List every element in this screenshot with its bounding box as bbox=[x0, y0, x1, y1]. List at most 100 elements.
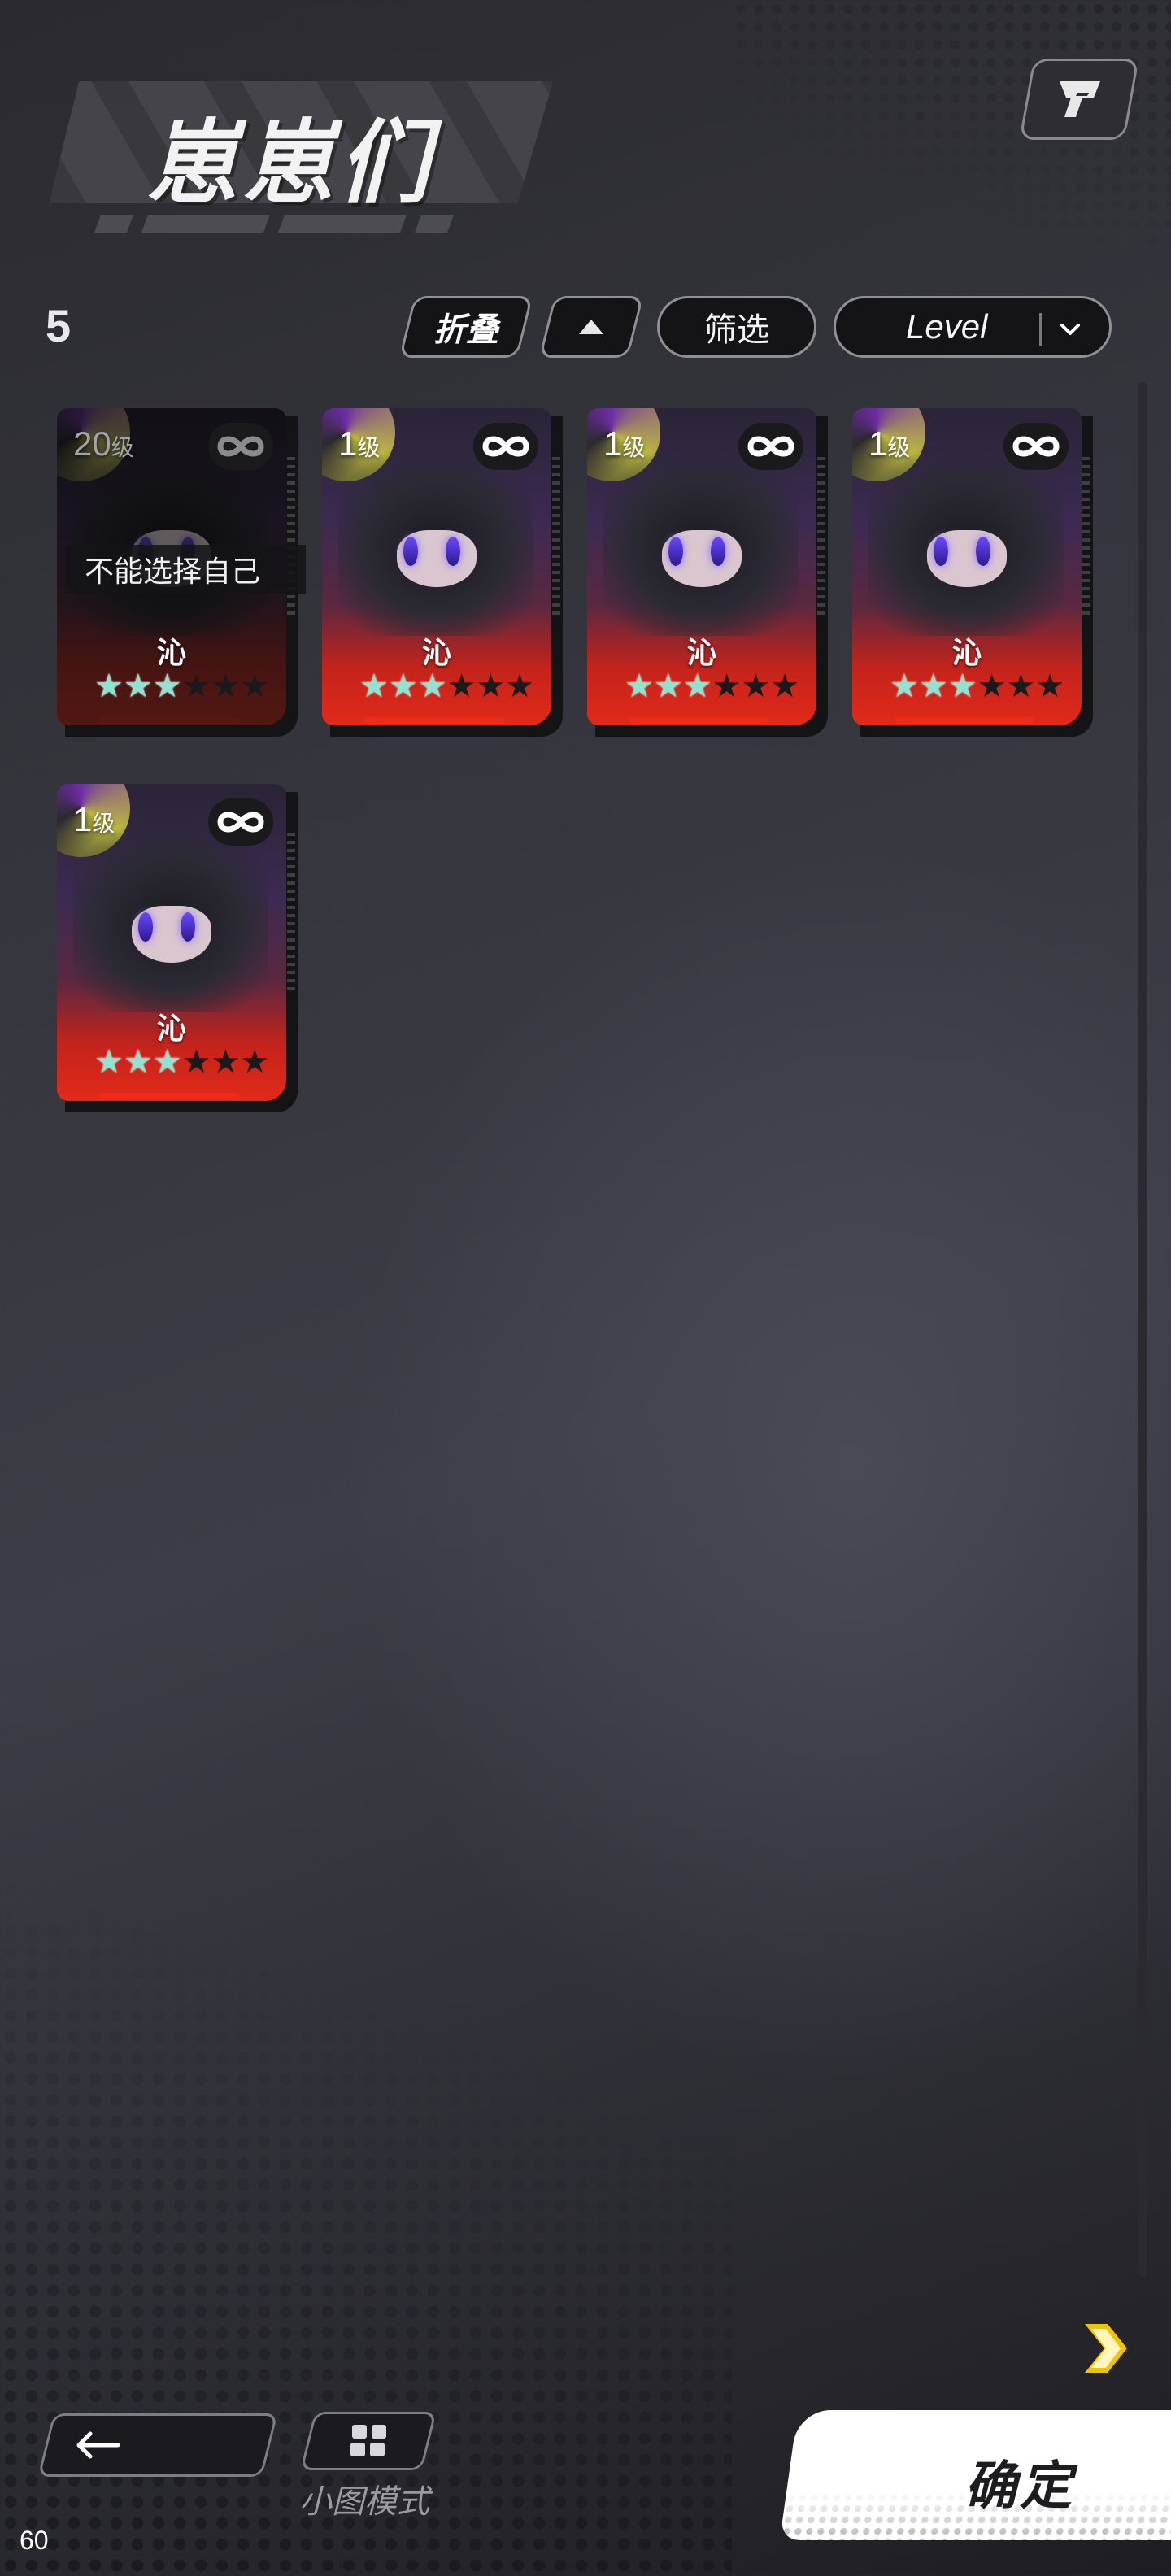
infinity-icon bbox=[738, 423, 803, 470]
page-title: 崽崽们 bbox=[146, 111, 434, 216]
character-card[interactable]: 1级沁 ★ ★ ★ ★ ★ ★ bbox=[587, 408, 828, 737]
sort-value: Level bbox=[906, 307, 988, 346]
star-icon: ★ bbox=[388, 668, 418, 704]
portrait-eye bbox=[668, 537, 683, 566]
star-icon: ★ bbox=[1006, 668, 1036, 704]
card-name: 沁 bbox=[951, 636, 982, 669]
fold-label: 折叠 bbox=[433, 312, 498, 348]
star-icon: ★ bbox=[505, 668, 535, 704]
star-icon: ★ bbox=[918, 668, 948, 704]
card-level-unit: 级 bbox=[111, 435, 134, 460]
portrait-eye bbox=[138, 912, 153, 942]
page-title-banner: 崽崽们 bbox=[49, 73, 561, 252]
portrait-eye bbox=[181, 912, 195, 942]
arrow-left-icon bbox=[76, 2431, 120, 2459]
card-level-number: 1 bbox=[338, 424, 358, 463]
infinity-icon bbox=[208, 423, 273, 470]
triangle-up-icon bbox=[579, 320, 603, 334]
filter-label: 筛选 bbox=[704, 312, 769, 348]
confirm-label: 确定 bbox=[964, 2456, 1075, 2515]
star-icon: ★ bbox=[625, 668, 654, 704]
card-bottom-bar bbox=[99, 717, 239, 724]
card-name: 沁 bbox=[421, 636, 451, 669]
card-bottom-bar bbox=[629, 717, 769, 724]
star-icon: ★ bbox=[211, 668, 241, 704]
fold-button[interactable]: 折叠 bbox=[398, 296, 533, 358]
card-level-number: 1 bbox=[73, 800, 93, 838]
character-card[interactable]: 1级沁 ★ ★ ★ ★ ★ ★ bbox=[322, 408, 563, 737]
card-level-unit: 级 bbox=[887, 435, 911, 460]
star-icon: ★ bbox=[152, 668, 182, 704]
portrait-eye bbox=[934, 537, 948, 566]
star-icon: ★ bbox=[211, 1044, 241, 1080]
portrait-eye bbox=[446, 537, 460, 566]
star-icon: ★ bbox=[181, 668, 211, 704]
portrait-eye bbox=[711, 537, 725, 566]
grid-icon bbox=[350, 2425, 386, 2456]
card-side-code bbox=[287, 457, 295, 620]
card-level-number: 20 bbox=[73, 424, 111, 463]
card-level: 1级 bbox=[338, 424, 380, 463]
card-name: 沁 bbox=[686, 636, 716, 669]
star-icon: ★ bbox=[682, 668, 712, 704]
cannot-select-self-note: 不能选择自己 bbox=[65, 545, 306, 594]
star-icon: ★ bbox=[977, 668, 1007, 704]
portrait-eye bbox=[976, 537, 990, 566]
star-icon: ★ bbox=[181, 1044, 211, 1080]
card-level: 20级 bbox=[73, 424, 134, 463]
small-mode-label: 小图模式 bbox=[299, 2484, 429, 2520]
card-name: 沁 bbox=[156, 1012, 186, 1045]
card-stars: ★ ★ ★ ★ ★ ★ bbox=[890, 670, 1064, 703]
card-level-unit: 级 bbox=[622, 435, 646, 460]
infinity-icon bbox=[473, 423, 538, 470]
star-icon: ★ bbox=[741, 668, 771, 704]
star-icon: ★ bbox=[1035, 668, 1065, 704]
star-icon: ★ bbox=[890, 668, 919, 704]
scrollbar[interactable] bbox=[1138, 382, 1147, 2277]
infinity-icon bbox=[1003, 423, 1069, 470]
portrait-hood bbox=[73, 441, 268, 636]
star-icon: ★ bbox=[446, 668, 477, 704]
character-card[interactable]: 1级沁 ★ ★ ★ ★ ★ ★ bbox=[57, 784, 298, 1112]
star-icon: ★ bbox=[359, 668, 389, 704]
star-icon: ★ bbox=[240, 1044, 270, 1080]
card-side-code bbox=[817, 457, 825, 620]
character-card[interactable]: 1级沁 ★ ★ ★ ★ ★ ★ bbox=[852, 408, 1093, 737]
card-level-number: 1 bbox=[603, 424, 623, 463]
small-mode-button[interactable] bbox=[300, 2412, 437, 2470]
back-button[interactable] bbox=[37, 2413, 278, 2477]
star-icon: ★ bbox=[123, 668, 153, 704]
card-name: 沁 bbox=[156, 636, 186, 669]
selection-count: 5 bbox=[46, 300, 72, 351]
star-icon: ★ bbox=[712, 668, 742, 704]
card-level: 1级 bbox=[603, 424, 645, 463]
star-icon: ★ bbox=[653, 668, 683, 704]
card-bottom-bar bbox=[99, 1093, 239, 1099]
card-bottom-bar bbox=[364, 717, 504, 724]
portrait-eye bbox=[403, 537, 418, 566]
filter-button[interactable]: 筛选 bbox=[657, 296, 816, 358]
card-side-code bbox=[1082, 457, 1090, 620]
sort-order-button[interactable] bbox=[538, 296, 644, 358]
infinity-icon bbox=[208, 798, 273, 846]
card-stars: ★ ★ ★ ★ ★ ★ bbox=[94, 670, 269, 703]
card-stars: ★ ★ ★ ★ ★ ★ bbox=[94, 1046, 269, 1078]
character-card: 20级沁 ★ ★ ★ ★ ★ ★ 不能选择自己 bbox=[57, 408, 306, 737]
card-level-unit: 级 bbox=[92, 811, 115, 836]
card-stars: ★ ★ ★ ★ ★ ★ bbox=[625, 670, 799, 703]
card-side-code bbox=[552, 457, 560, 620]
card-side-code bbox=[287, 833, 295, 995]
card-level-number: 1 bbox=[868, 424, 888, 463]
card-bottom-bar bbox=[895, 717, 1034, 724]
star-icon: ★ bbox=[152, 1044, 182, 1080]
fps-counter: 60 bbox=[20, 2526, 49, 2555]
next-page-button[interactable] bbox=[1073, 2316, 1138, 2385]
chevron-down-icon bbox=[1060, 324, 1080, 335]
logo-icon bbox=[1060, 81, 1100, 117]
logo-menu-button[interactable] bbox=[1019, 59, 1139, 140]
star-icon: ★ bbox=[770, 668, 800, 704]
card-level: 1级 bbox=[868, 424, 910, 463]
sort-dropdown[interactable]: Level bbox=[834, 296, 1112, 358]
star-icon: ★ bbox=[417, 668, 447, 704]
card-stars: ★ ★ ★ ★ ★ ★ bbox=[359, 670, 534, 703]
